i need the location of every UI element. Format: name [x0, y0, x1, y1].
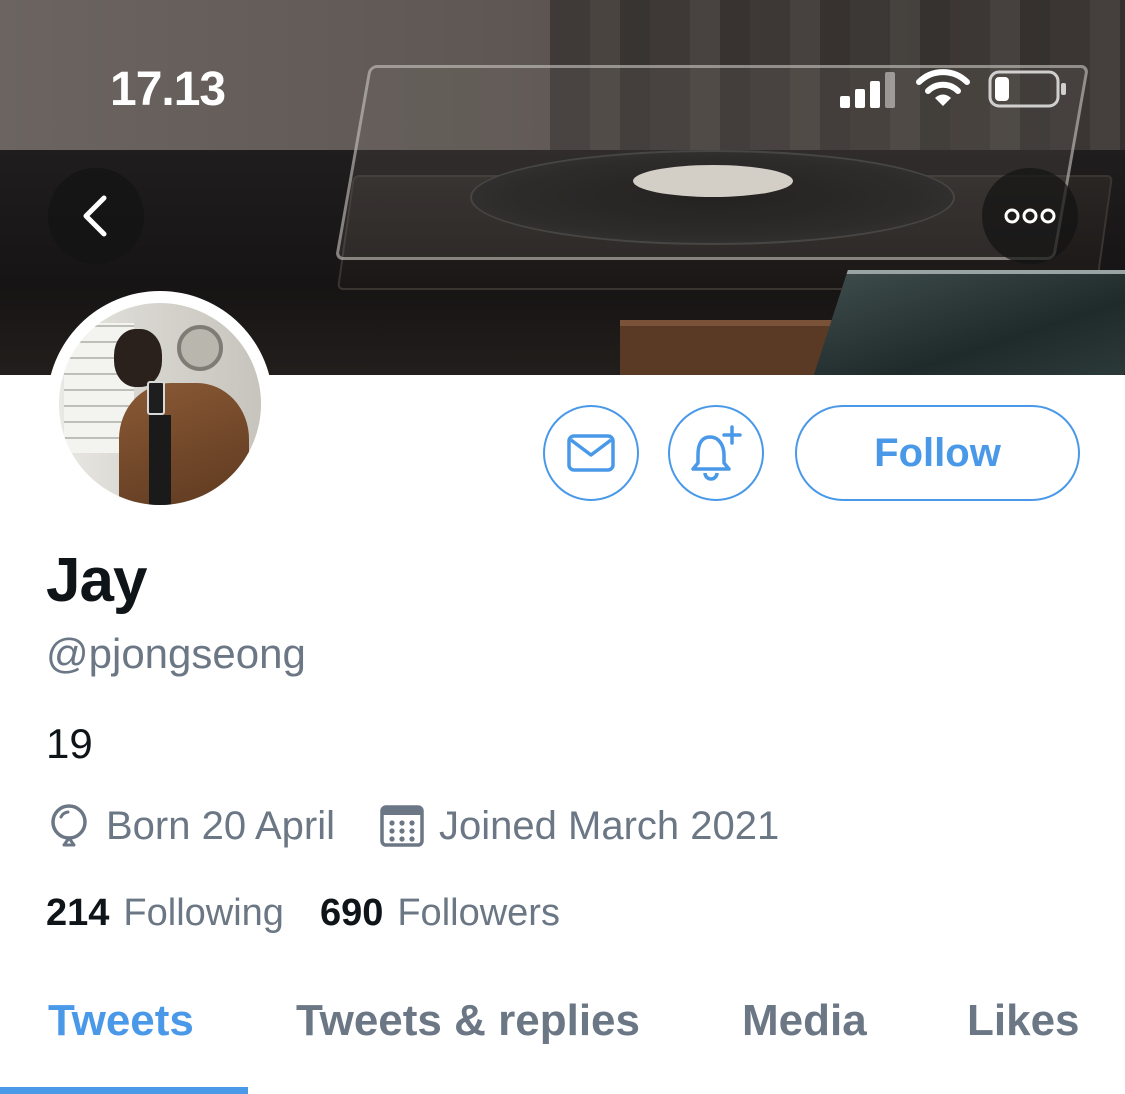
avatar-bg-fan — [177, 325, 223, 371]
following-count: 214 — [46, 892, 110, 934]
birthday-item: Born 20 April — [46, 803, 335, 849]
followers-count: 690 — [319, 892, 384, 934]
avatar-photo — [59, 303, 261, 505]
followers-stat[interactable]: 690 Followers — [320, 892, 560, 935]
back-button[interactable] — [48, 168, 144, 264]
user-handle: @pjongseong — [46, 630, 306, 677]
balloon-icon — [51, 804, 87, 847]
birthday-text: Born 20 April — [106, 803, 336, 848]
calendar-icon — [380, 805, 424, 847]
status-time: 17.13 — [110, 63, 226, 116]
profile-meta: Born 20 April Joined March 2021 — [46, 800, 779, 852]
following-label: Following — [123, 892, 284, 934]
notifications-button[interactable] — [668, 405, 764, 501]
following-stat[interactable]: 214 Following — [46, 892, 284, 935]
avatar-person-head — [114, 329, 162, 387]
profile-avatar[interactable] — [47, 291, 273, 517]
more-options-button[interactable] — [982, 168, 1078, 264]
avatar-person-shirt — [149, 415, 171, 505]
wifi-icon — [916, 69, 970, 106]
joined-item: Joined March 2021 — [379, 803, 779, 849]
active-tab-indicator — [0, 1087, 248, 1094]
display-name: Jay — [46, 546, 147, 615]
cellular-signal-icon — [840, 70, 900, 108]
tab-tweets-replies[interactable]: Tweets & replies — [296, 996, 640, 1046]
chevron-left-icon — [83, 195, 107, 237]
joined-text: Joined March 2021 — [439, 803, 780, 848]
message-button[interactable] — [543, 405, 639, 501]
banner-wood-panel — [620, 320, 840, 375]
bell-plus-icon — [691, 425, 742, 481]
battery-icon — [988, 70, 1066, 108]
tab-likes[interactable]: Likes — [967, 996, 1080, 1046]
follow-stats: 214 Following 690 Followers — [46, 892, 560, 935]
followers-label: Followers — [397, 892, 560, 934]
follow-button[interactable]: Follow — [795, 405, 1080, 501]
banner-turntable-lid — [334, 65, 1090, 260]
avatar-person-coat — [119, 383, 249, 505]
tab-tweets[interactable]: Tweets — [48, 996, 194, 1046]
envelope-icon — [567, 434, 615, 472]
tab-media[interactable]: Media — [742, 996, 867, 1046]
avatar-phone — [147, 381, 165, 415]
banner-record-sleeves — [812, 270, 1125, 375]
more-horizontal-icon — [1004, 208, 1056, 224]
profile-tabs: Tweets Tweets & replies Media Likes — [0, 990, 1125, 1094]
profile-bio: 19 — [46, 720, 93, 767]
